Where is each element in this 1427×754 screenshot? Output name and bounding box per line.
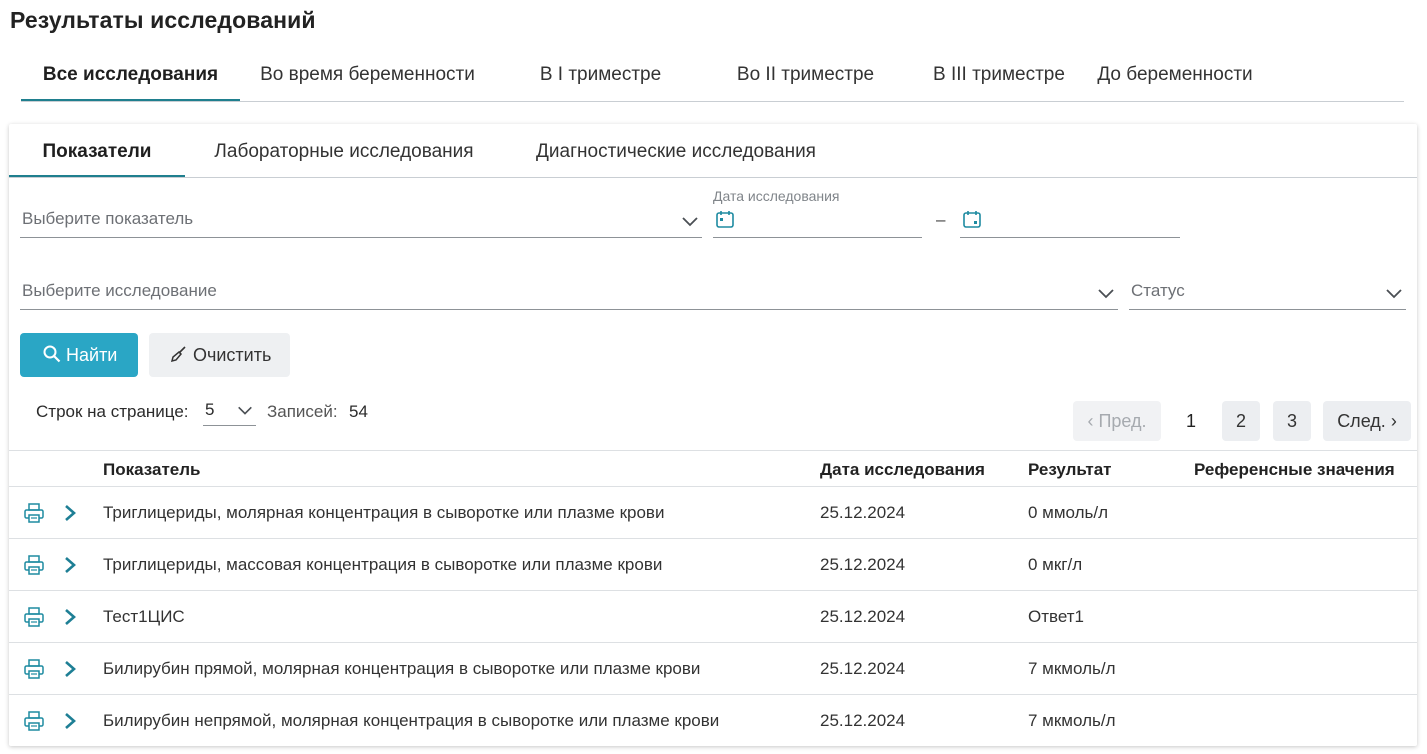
page-title: Результаты исследований: [10, 7, 316, 33]
search-icon: [43, 345, 61, 363]
records-label: Записей:: [267, 402, 338, 421]
chevron-down-icon: [682, 217, 698, 227]
cell-date: 25.12.2024: [820, 503, 906, 522]
cell-indicator: Тест1ЦИС: [103, 607, 185, 626]
column-header-indicator[interactable]: Показатель: [103, 460, 200, 480]
chevron-right-icon[interactable]: [60, 502, 80, 524]
results-type-tabs: Показатели Лабораторные исследования Диа…: [9, 124, 1417, 178]
rows-per-page-label: Строк на странице:: [36, 402, 189, 421]
chevron-down-icon: [1386, 289, 1402, 299]
table-row[interactable]: Триглицериды, массовая концентрация в сы…: [9, 539, 1417, 591]
chevron-down-icon: [1098, 289, 1114, 299]
rows-per-page-value: 5: [205, 400, 215, 419]
printer-icon[interactable]: [23, 606, 45, 628]
chevron-down-icon: [238, 406, 252, 415]
printer-icon[interactable]: [23, 502, 45, 524]
records-count: 54: [349, 402, 368, 421]
indicator-select[interactable]: Выберите показатель: [20, 206, 702, 238]
chevron-right-icon[interactable]: [60, 658, 80, 680]
table-header: Показатель Дата исследования Результат Р…: [9, 450, 1417, 487]
chevron-right-icon[interactable]: [60, 606, 80, 628]
table-row[interactable]: Билирубин прямой, молярная концентрация …: [9, 643, 1417, 695]
page-button-1[interactable]: 1: [1172, 401, 1210, 441]
results-card: Показатели Лабораторные исследования Диа…: [9, 124, 1417, 746]
tab-all-studies[interactable]: Все исследования: [21, 54, 240, 101]
find-button[interactable]: Найти: [20, 333, 138, 377]
tab-second-trimester[interactable]: Во II триместре: [706, 54, 905, 101]
next-page-label: След.: [1337, 411, 1386, 431]
tab-diagnostic-studies[interactable]: Диагностические исследования: [503, 124, 849, 177]
cell-indicator: Триглицериды, массовая концентрация в сы…: [103, 555, 663, 574]
cell-date: 25.12.2024: [820, 711, 906, 730]
tab-laboratory-studies[interactable]: Лабораторные исследования: [185, 124, 503, 177]
calendar-icon[interactable]: [962, 209, 982, 229]
rows-per-page-select[interactable]: 5: [203, 394, 256, 426]
cell-result: 0 мкг/л: [1028, 555, 1083, 574]
table-row[interactable]: Тест1ЦИС 25.12.2024 Ответ1: [9, 591, 1417, 643]
cell-date: 25.12.2024: [820, 659, 906, 678]
prev-page-button[interactable]: ‹ Пред.: [1073, 401, 1161, 441]
date-label: Дата исследования: [713, 188, 840, 204]
cell-result: 0 ммоль/л: [1028, 503, 1109, 522]
cell-date: 25.12.2024: [820, 607, 906, 626]
cell-date: 25.12.2024: [820, 555, 906, 574]
cell-result: 7 мкмоль/л: [1028, 711, 1116, 730]
tab-indicators[interactable]: Показатели: [9, 124, 185, 177]
column-header-date[interactable]: Дата исследования: [820, 460, 985, 480]
cell-result: Ответ1: [1028, 607, 1084, 626]
page-button-3[interactable]: 3: [1273, 401, 1311, 441]
chevron-right-icon[interactable]: [60, 554, 80, 576]
indicator-placeholder: Выберите показатель: [22, 209, 194, 228]
broom-icon: [170, 346, 186, 363]
cell-indicator: Билирубин непрямой, молярная концентраци…: [103, 711, 720, 730]
tab-first-trimester[interactable]: В I триместре: [495, 54, 706, 101]
tab-before-pregnancy[interactable]: До беременности: [1093, 54, 1257, 101]
printer-icon[interactable]: [23, 658, 45, 680]
table-row[interactable]: Билирубин непрямой, молярная концентраци…: [9, 695, 1417, 747]
tab-during-pregnancy[interactable]: Во время беременности: [240, 54, 495, 101]
study-select[interactable]: Выберите исследование: [20, 278, 1118, 310]
prev-page-label: Пред.: [1098, 411, 1147, 431]
column-header-result[interactable]: Результат: [1028, 460, 1112, 480]
printer-icon[interactable]: [23, 554, 45, 576]
clear-button-label: Очистить: [193, 345, 272, 365]
period-tabs: Все исследования Во время беременности В…: [21, 54, 1404, 102]
clear-button[interactable]: Очистить: [149, 333, 290, 377]
tab-third-trimester[interactable]: В III триместре: [905, 54, 1093, 101]
calendar-icon[interactable]: [715, 209, 735, 229]
chevron-left-icon: ‹: [1087, 411, 1099, 431]
page-button-2[interactable]: 2: [1222, 401, 1260, 441]
cell-result: 7 мкмоль/л: [1028, 659, 1116, 678]
status-placeholder: Статус: [1131, 281, 1185, 300]
cell-indicator: Триглицериды, молярная концентрация в сы…: [103, 503, 665, 522]
printer-icon[interactable]: [23, 710, 45, 732]
chevron-right-icon[interactable]: [60, 710, 80, 732]
study-placeholder: Выберите исследование: [22, 281, 217, 300]
table-row[interactable]: Триглицериды, молярная концентрация в сы…: [9, 487, 1417, 539]
date-separator: –: [936, 210, 946, 229]
column-header-reference[interactable]: Референсные значения: [1194, 460, 1395, 480]
cell-indicator: Билирубин прямой, молярная концентрация …: [103, 659, 701, 678]
date-from-field[interactable]: [713, 206, 922, 238]
status-select[interactable]: Статус: [1129, 278, 1406, 310]
find-button-label: Найти: [66, 345, 118, 365]
date-to-field[interactable]: [960, 206, 1180, 238]
next-page-button[interactable]: След. ›: [1323, 401, 1411, 441]
chevron-right-icon: ›: [1385, 411, 1397, 431]
